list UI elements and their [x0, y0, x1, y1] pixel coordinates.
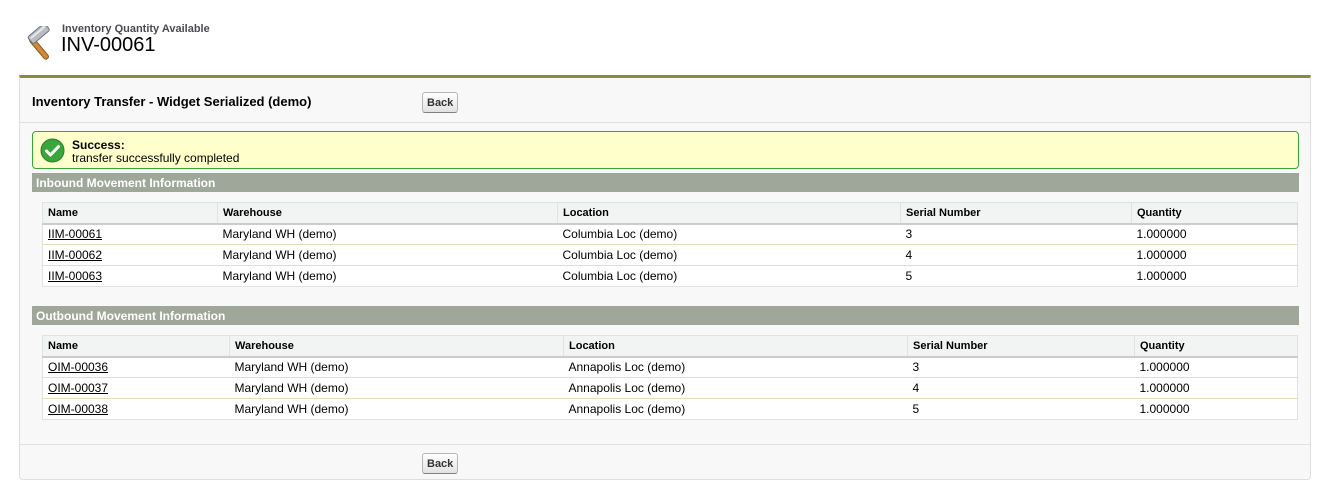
- col-quantity: Quantity: [1134, 335, 1298, 358]
- record-link[interactable]: IIM-00061: [48, 227, 102, 241]
- panel-footer: Back: [20, 444, 1310, 480]
- col-location: Location: [557, 202, 901, 225]
- page-title: INV-00061: [61, 34, 156, 56]
- cell-warehouse: Maryland WH (demo): [217, 223, 558, 245]
- cell-quantity: 1.000000: [1131, 244, 1298, 266]
- cell-location: Annapolis Loc (demo): [563, 356, 908, 378]
- cell-serial-number: 4: [907, 377, 1135, 399]
- cell-serial-number: 5: [907, 398, 1135, 420]
- table-row: IIM-00063 Maryland WH (demo) Columbia Lo…: [42, 265, 1298, 287]
- cell-warehouse: Maryland WH (demo): [217, 265, 558, 287]
- cell-location: Columbia Loc (demo): [557, 244, 901, 266]
- col-name: Name: [42, 202, 218, 225]
- cell-warehouse: Maryland WH (demo): [229, 356, 564, 378]
- col-quantity: Quantity: [1131, 202, 1298, 225]
- table-row: OIM-00036 Maryland WH (demo) Annapolis L…: [42, 356, 1298, 378]
- cell-name: OIM-00036: [42, 356, 230, 378]
- record-link[interactable]: IIM-00063: [48, 269, 102, 283]
- inbound-section-header: Inbound Movement Information: [32, 173, 1299, 192]
- page-header: Inventory Quantity Available INV-00061: [22, 22, 622, 62]
- cell-location: Annapolis Loc (demo): [563, 377, 908, 399]
- cell-quantity: 1.000000: [1131, 223, 1298, 245]
- outbound-header-row: Name Warehouse Location Serial Number Qu…: [42, 335, 1298, 358]
- check-circle-icon: [40, 138, 65, 163]
- success-text: transfer successfully completed: [72, 151, 240, 165]
- inbound-table: Name Warehouse Location Serial Number Qu…: [42, 202, 1298, 287]
- col-serial-number: Serial Number: [907, 335, 1135, 358]
- inbound-header-row: Name Warehouse Location Serial Number Qu…: [42, 202, 1298, 225]
- panel-header: Inventory Transfer - Widget Serialized (…: [20, 78, 1310, 123]
- col-location: Location: [563, 335, 908, 358]
- success-title: Success:: [72, 138, 125, 152]
- cell-quantity: 1.000000: [1134, 377, 1298, 399]
- back-button-bottom[interactable]: Back: [422, 453, 459, 474]
- col-warehouse: Warehouse: [229, 335, 564, 358]
- cell-name: OIM-00038: [42, 398, 230, 420]
- hammer-icon: [27, 26, 50, 60]
- table-row: OIM-00037 Maryland WH (demo) Annapolis L…: [42, 377, 1298, 399]
- outbound-section-header: Outbound Movement Information: [32, 306, 1299, 325]
- record-link[interactable]: IIM-00062: [48, 248, 102, 262]
- cell-name: OIM-00037: [42, 377, 230, 399]
- success-message: Success: transfer successfully completed: [32, 131, 1299, 169]
- record-link[interactable]: OIM-00037: [48, 381, 108, 395]
- outbound-table: Name Warehouse Location Serial Number Qu…: [42, 335, 1298, 420]
- cell-quantity: 1.000000: [1134, 398, 1298, 420]
- cell-quantity: 1.000000: [1131, 265, 1298, 287]
- cell-location: Annapolis Loc (demo): [563, 398, 908, 420]
- cell-warehouse: Maryland WH (demo): [217, 244, 558, 266]
- cell-location: Columbia Loc (demo): [557, 265, 901, 287]
- col-serial-number: Serial Number: [900, 202, 1132, 225]
- record-link[interactable]: OIM-00036: [48, 360, 108, 374]
- table-row: OIM-00038 Maryland WH (demo) Annapolis L…: [42, 398, 1298, 420]
- col-name: Name: [42, 335, 230, 358]
- cell-name: IIM-00061: [42, 223, 218, 245]
- record-link[interactable]: OIM-00038: [48, 402, 108, 416]
- cell-quantity: 1.000000: [1134, 356, 1298, 378]
- cell-serial-number: 4: [900, 244, 1132, 266]
- table-row: IIM-00062 Maryland WH (demo) Columbia Lo…: [42, 244, 1298, 266]
- cell-location: Columbia Loc (demo): [557, 223, 901, 245]
- cell-name: IIM-00062: [42, 244, 218, 266]
- cell-name: IIM-00063: [42, 265, 218, 287]
- col-warehouse: Warehouse: [217, 202, 558, 225]
- cell-serial-number: 3: [900, 223, 1132, 245]
- back-button-top[interactable]: Back: [422, 92, 459, 113]
- cell-serial-number: 5: [900, 265, 1132, 287]
- transfer-panel: Inventory Transfer - Widget Serialized (…: [19, 75, 1311, 480]
- table-row: IIM-00061 Maryland WH (demo) Columbia Lo…: [42, 223, 1298, 245]
- cell-warehouse: Maryland WH (demo): [229, 377, 564, 399]
- panel-title: Inventory Transfer - Widget Serialized (…: [32, 94, 312, 109]
- cell-warehouse: Maryland WH (demo): [229, 398, 564, 420]
- cell-serial-number: 3: [907, 356, 1135, 378]
